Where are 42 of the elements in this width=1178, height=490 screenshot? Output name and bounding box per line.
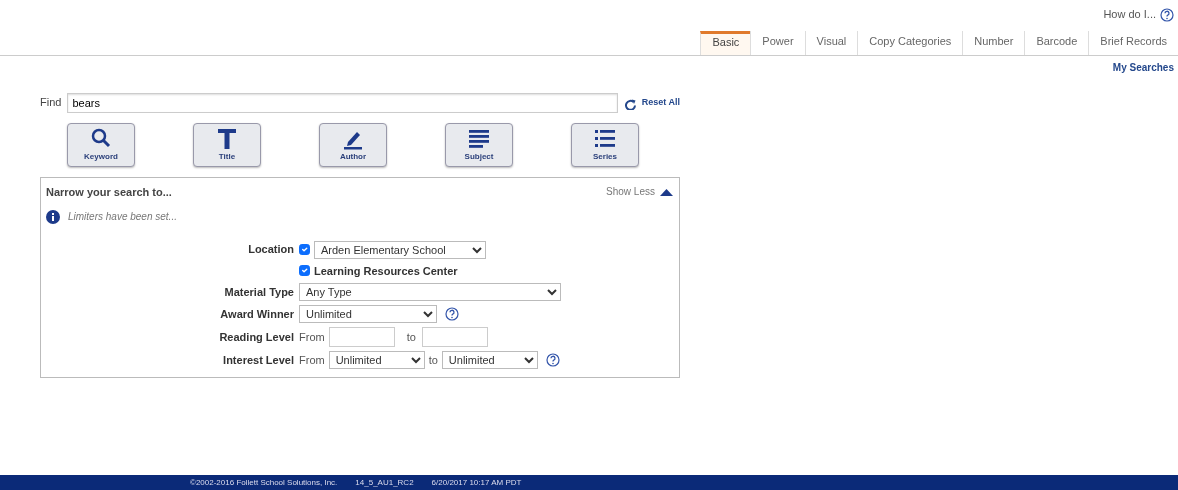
from-label: From <box>299 352 325 368</box>
panel-title: Narrow your search to... <box>46 184 172 200</box>
show-less-link[interactable]: Show Less <box>606 183 674 201</box>
to-label: to <box>428 352 438 368</box>
title-search-button[interactable]: Title <box>193 122 261 167</box>
triangle-up-icon <box>659 186 674 197</box>
to-label: to <box>406 329 416 345</box>
field-label: Award Winner <box>219 306 294 322</box>
footer-text: 14_5_AU1_RC2 <box>355 476 414 489</box>
series-search-button[interactable]: Series <box>571 122 639 167</box>
footer-text: 6/20/2017 10:17 AM PDT <box>431 476 522 489</box>
search-field[interactable]: bears <box>67 92 618 113</box>
help-icon[interactable] <box>545 353 560 368</box>
from-label: From <box>299 329 325 345</box>
keyword-search-button[interactable]: Keyword <box>67 122 135 167</box>
tab[interactable]: Basic <box>700 30 751 55</box>
refresh-icon[interactable] <box>623 97 636 110</box>
find-label: Find <box>40 95 62 111</box>
dropdown[interactable]: Unlimited <box>299 305 437 324</box>
my-searches-link[interactable]: My Searches <box>1112 59 1174 75</box>
field-label: Interest Level <box>222 352 294 368</box>
footer-text: ©2002-2016 Follett School Solutions, Inc. <box>190 476 338 489</box>
help-link[interactable]: How do I... <box>1103 6 1156 23</box>
reset-all-link[interactable]: Reset All <box>641 95 680 110</box>
help-icon[interactable] <box>445 307 459 322</box>
checkbox-label: Learning Resources Center <box>314 263 458 279</box>
text-field[interactable] <box>328 327 395 348</box>
field-label: Material Type <box>223 284 294 300</box>
checkbox[interactable] <box>299 244 310 256</box>
limiters-notice: Limiters have been set... <box>68 209 177 224</box>
field-label: Reading Level <box>218 329 294 345</box>
help-icon[interactable] <box>1160 8 1174 23</box>
author-search-button[interactable]: Author <box>319 122 387 167</box>
text-field[interactable] <box>421 327 488 348</box>
dropdown[interactable]: Unlimited <box>441 351 538 370</box>
location-select[interactable]: Arden Elementary School <box>314 240 486 259</box>
dropdown[interactable]: Unlimited <box>328 351 425 370</box>
dropdown[interactable]: Any Type <box>299 283 561 302</box>
info-icon <box>46 210 60 225</box>
field-label: Location <box>247 242 294 258</box>
checkbox[interactable] <box>299 265 310 277</box>
subject-search-button[interactable]: Subject <box>445 122 513 167</box>
